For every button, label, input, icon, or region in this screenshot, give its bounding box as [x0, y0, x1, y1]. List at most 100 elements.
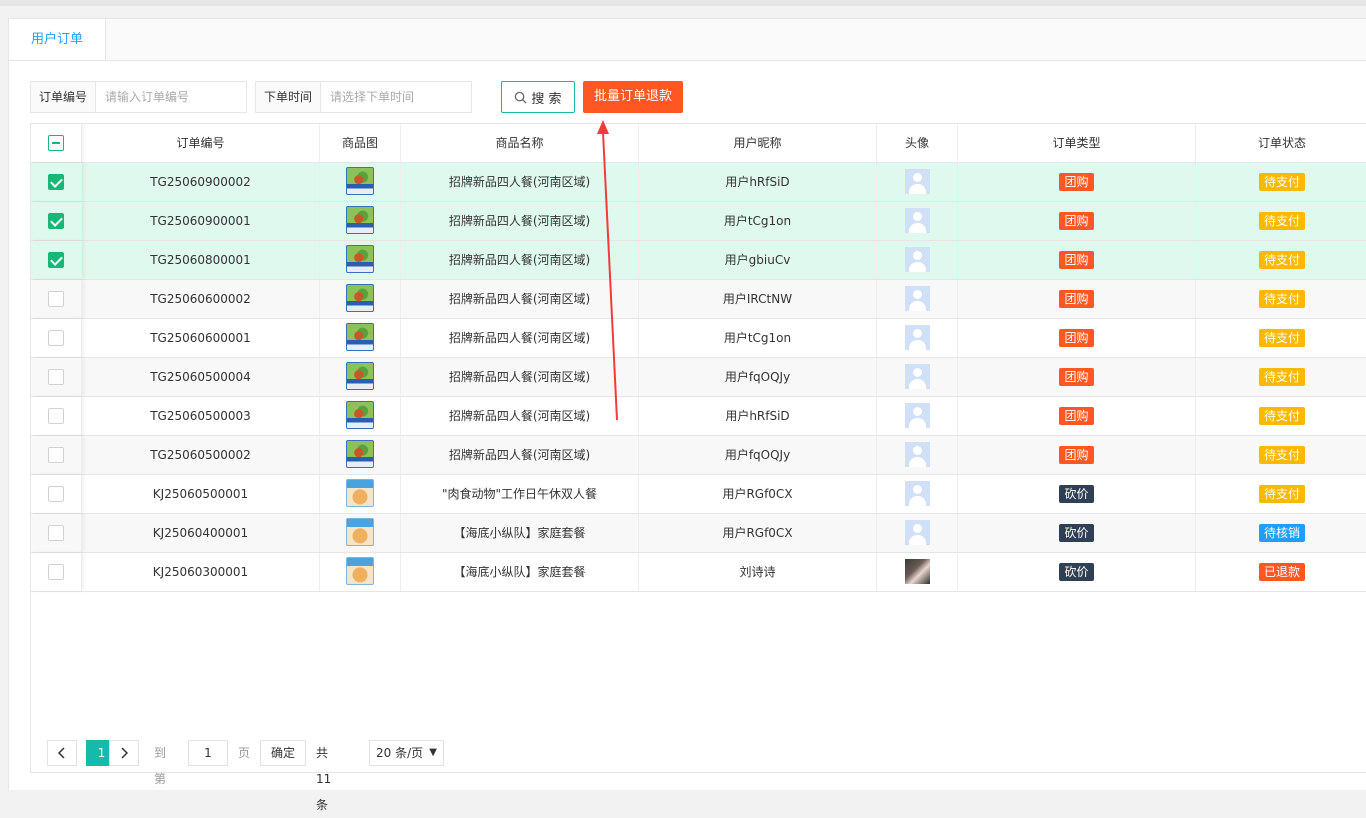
table-row[interactable]: TG25060600001 招牌新品四人餐(河南区域) 用户tCg1on 团购 待支付 [31, 319, 1366, 358]
table-row[interactable]: KJ25060400001 【海底小纵队】家庭套餐 用户RGf0CX 砍价 待核销 [31, 514, 1366, 553]
avatar[interactable] [904, 402, 930, 428]
row-checkbox[interactable] [48, 485, 64, 502]
row-checkbox[interactable] [48, 173, 64, 190]
chevron-left-icon [57, 747, 65, 759]
order-type-cell: 砍价 [958, 514, 1196, 552]
order-status-badge: 待支付 [1258, 250, 1305, 269]
prev-page-button[interactable] [47, 740, 77, 766]
top-bar [0, 0, 1366, 6]
order-type-badge: 团购 [1059, 367, 1094, 386]
page-size-value: 20 条/页 [376, 746, 424, 760]
header-nickname[interactable]: 用户昵称 [639, 124, 877, 162]
order-type-cell: 团购 [958, 397, 1196, 435]
header-product-image[interactable]: 商品图 [320, 124, 401, 162]
header-order-status[interactable]: 订单状态 [1196, 124, 1366, 162]
header-product-name[interactable]: 商品名称 [401, 124, 639, 162]
order-status-cell: 待支付 [1196, 202, 1366, 240]
avatar[interactable] [904, 285, 930, 311]
goto-page-input[interactable]: 1 [188, 740, 228, 766]
product-image[interactable] [346, 245, 374, 273]
table-row[interactable]: TG25060600002 招牌新品四人餐(河南区域) 用户IRCtNW 团购 待支付 [31, 280, 1366, 319]
product-image[interactable] [346, 479, 374, 507]
avatar[interactable] [904, 480, 930, 506]
product-image[interactable] [346, 401, 374, 429]
row-select-cell [31, 280, 82, 318]
row-checkbox[interactable] [48, 524, 64, 541]
chevron-right-icon [121, 747, 129, 759]
order-no-label: 订单编号 [31, 82, 97, 112]
product-image[interactable] [346, 557, 374, 585]
product-name-cell: 招牌新品四人餐(河南区域) [401, 202, 639, 240]
product-name-cell: 【海底小纵队】家庭套餐 [401, 553, 639, 591]
table-row[interactable]: TG25060500003 招牌新品四人餐(河南区域) 用户hRfSiD 团购 待支付 [31, 397, 1366, 436]
table-row[interactable]: KJ25060500001 "肉食动物"工作日午休双人餐 用户RGf0CX 砍价 待支付 [31, 475, 1366, 514]
product-image-cell [320, 280, 401, 318]
row-checkbox[interactable] [48, 446, 64, 463]
table-row[interactable]: TG25060900001 招牌新品四人餐(河南区域) 用户tCg1on 团购 待支付 [31, 202, 1366, 241]
order-status-badge: 待支付 [1258, 406, 1305, 425]
avatar-cell [877, 553, 958, 591]
nickname-cell: 用户gbiuCv [639, 241, 877, 279]
order-status-cell: 待支付 [1196, 475, 1366, 513]
avatar-cell [877, 358, 958, 396]
product-image[interactable] [346, 206, 374, 234]
row-checkbox[interactable] [48, 368, 64, 385]
product-name-cell: 招牌新品四人餐(河南区域) [401, 163, 639, 201]
order-time-label: 下单时间 [256, 82, 322, 112]
next-page-button[interactable] [109, 740, 139, 766]
header-avatar[interactable]: 头像 [877, 124, 958, 162]
order-status-cell: 待支付 [1196, 163, 1366, 201]
avatar[interactable] [904, 363, 930, 389]
avatar[interactable] [904, 519, 930, 545]
batch-refund-button[interactable]: 批量订单退款 [583, 81, 683, 113]
avatar[interactable] [904, 441, 930, 467]
table-row[interactable]: TG25060500004 招牌新品四人餐(河南区域) 用户fqOQJy 团购 待支付 [31, 358, 1366, 397]
product-image[interactable] [346, 284, 374, 312]
select-all-checkbox[interactable] [48, 134, 64, 151]
order-status-cell: 待核销 [1196, 514, 1366, 552]
product-image[interactable] [346, 167, 374, 195]
order-no-input[interactable] [96, 82, 264, 112]
row-checkbox[interactable] [48, 290, 64, 307]
order-status-badge: 已退款 [1258, 562, 1305, 581]
avatar[interactable] [904, 207, 930, 233]
avatar[interactable] [904, 558, 930, 584]
page-size-select[interactable]: 20 条/页 ▼ [369, 740, 444, 766]
product-image[interactable] [346, 518, 374, 546]
product-image[interactable] [346, 323, 374, 351]
goto-confirm-button[interactable]: 确定 [260, 740, 306, 766]
table-row[interactable]: TG25060900002 招牌新品四人餐(河南区域) 用户hRfSiD 团购 待支付 [31, 163, 1366, 202]
table-row[interactable]: TG25060500002 招牌新品四人餐(河南区域) 用户fqOQJy 团购 待支付 [31, 436, 1366, 475]
nickname-cell: 用户fqOQJy [639, 436, 877, 474]
table-row[interactable]: TG25060800001 招牌新品四人餐(河南区域) 用户gbiuCv 团购 待支付 [31, 241, 1366, 280]
table-row[interactable]: KJ25060300001 【海底小纵队】家庭套餐 刘诗诗 砍价 已退款 [31, 553, 1366, 592]
nickname-cell: 用户tCg1on [639, 202, 877, 240]
order-status-cell: 待支付 [1196, 319, 1366, 357]
order-type-badge: 团购 [1059, 172, 1094, 191]
total-count: 共 11 条 [316, 746, 332, 812]
product-image[interactable] [346, 362, 374, 390]
nickname-cell: 用户hRfSiD [639, 397, 877, 435]
avatar[interactable] [904, 246, 930, 272]
row-checkbox[interactable] [48, 212, 64, 229]
avatar[interactable] [904, 324, 930, 350]
row-checkbox[interactable] [48, 251, 64, 268]
row-checkbox[interactable] [48, 329, 64, 346]
order-status-cell: 待支付 [1196, 280, 1366, 318]
search-button[interactable]: 搜 索 [501, 81, 575, 113]
row-checkbox[interactable] [48, 407, 64, 424]
order-type-badge: 团购 [1059, 406, 1094, 425]
order-no-cell: TG25060500002 [82, 436, 320, 474]
tab-user-orders[interactable]: 用户订单 [9, 19, 106, 60]
product-image[interactable] [346, 440, 374, 468]
order-time-input[interactable] [321, 82, 489, 112]
header-order-type[interactable]: 订单类型 [958, 124, 1196, 162]
avatar-cell [877, 163, 958, 201]
header-order-no[interactable]: 订单编号 [82, 124, 320, 162]
avatar[interactable] [904, 168, 930, 194]
product-name-cell: 招牌新品四人餐(河南区域) [401, 397, 639, 435]
order-type-badge: 团购 [1059, 250, 1094, 269]
table-header: 订单编号 商品图 商品名称 用户昵称 头像 订单类型 订单状态 [31, 124, 1366, 163]
row-checkbox[interactable] [48, 563, 64, 580]
order-type-badge: 团购 [1059, 328, 1094, 347]
